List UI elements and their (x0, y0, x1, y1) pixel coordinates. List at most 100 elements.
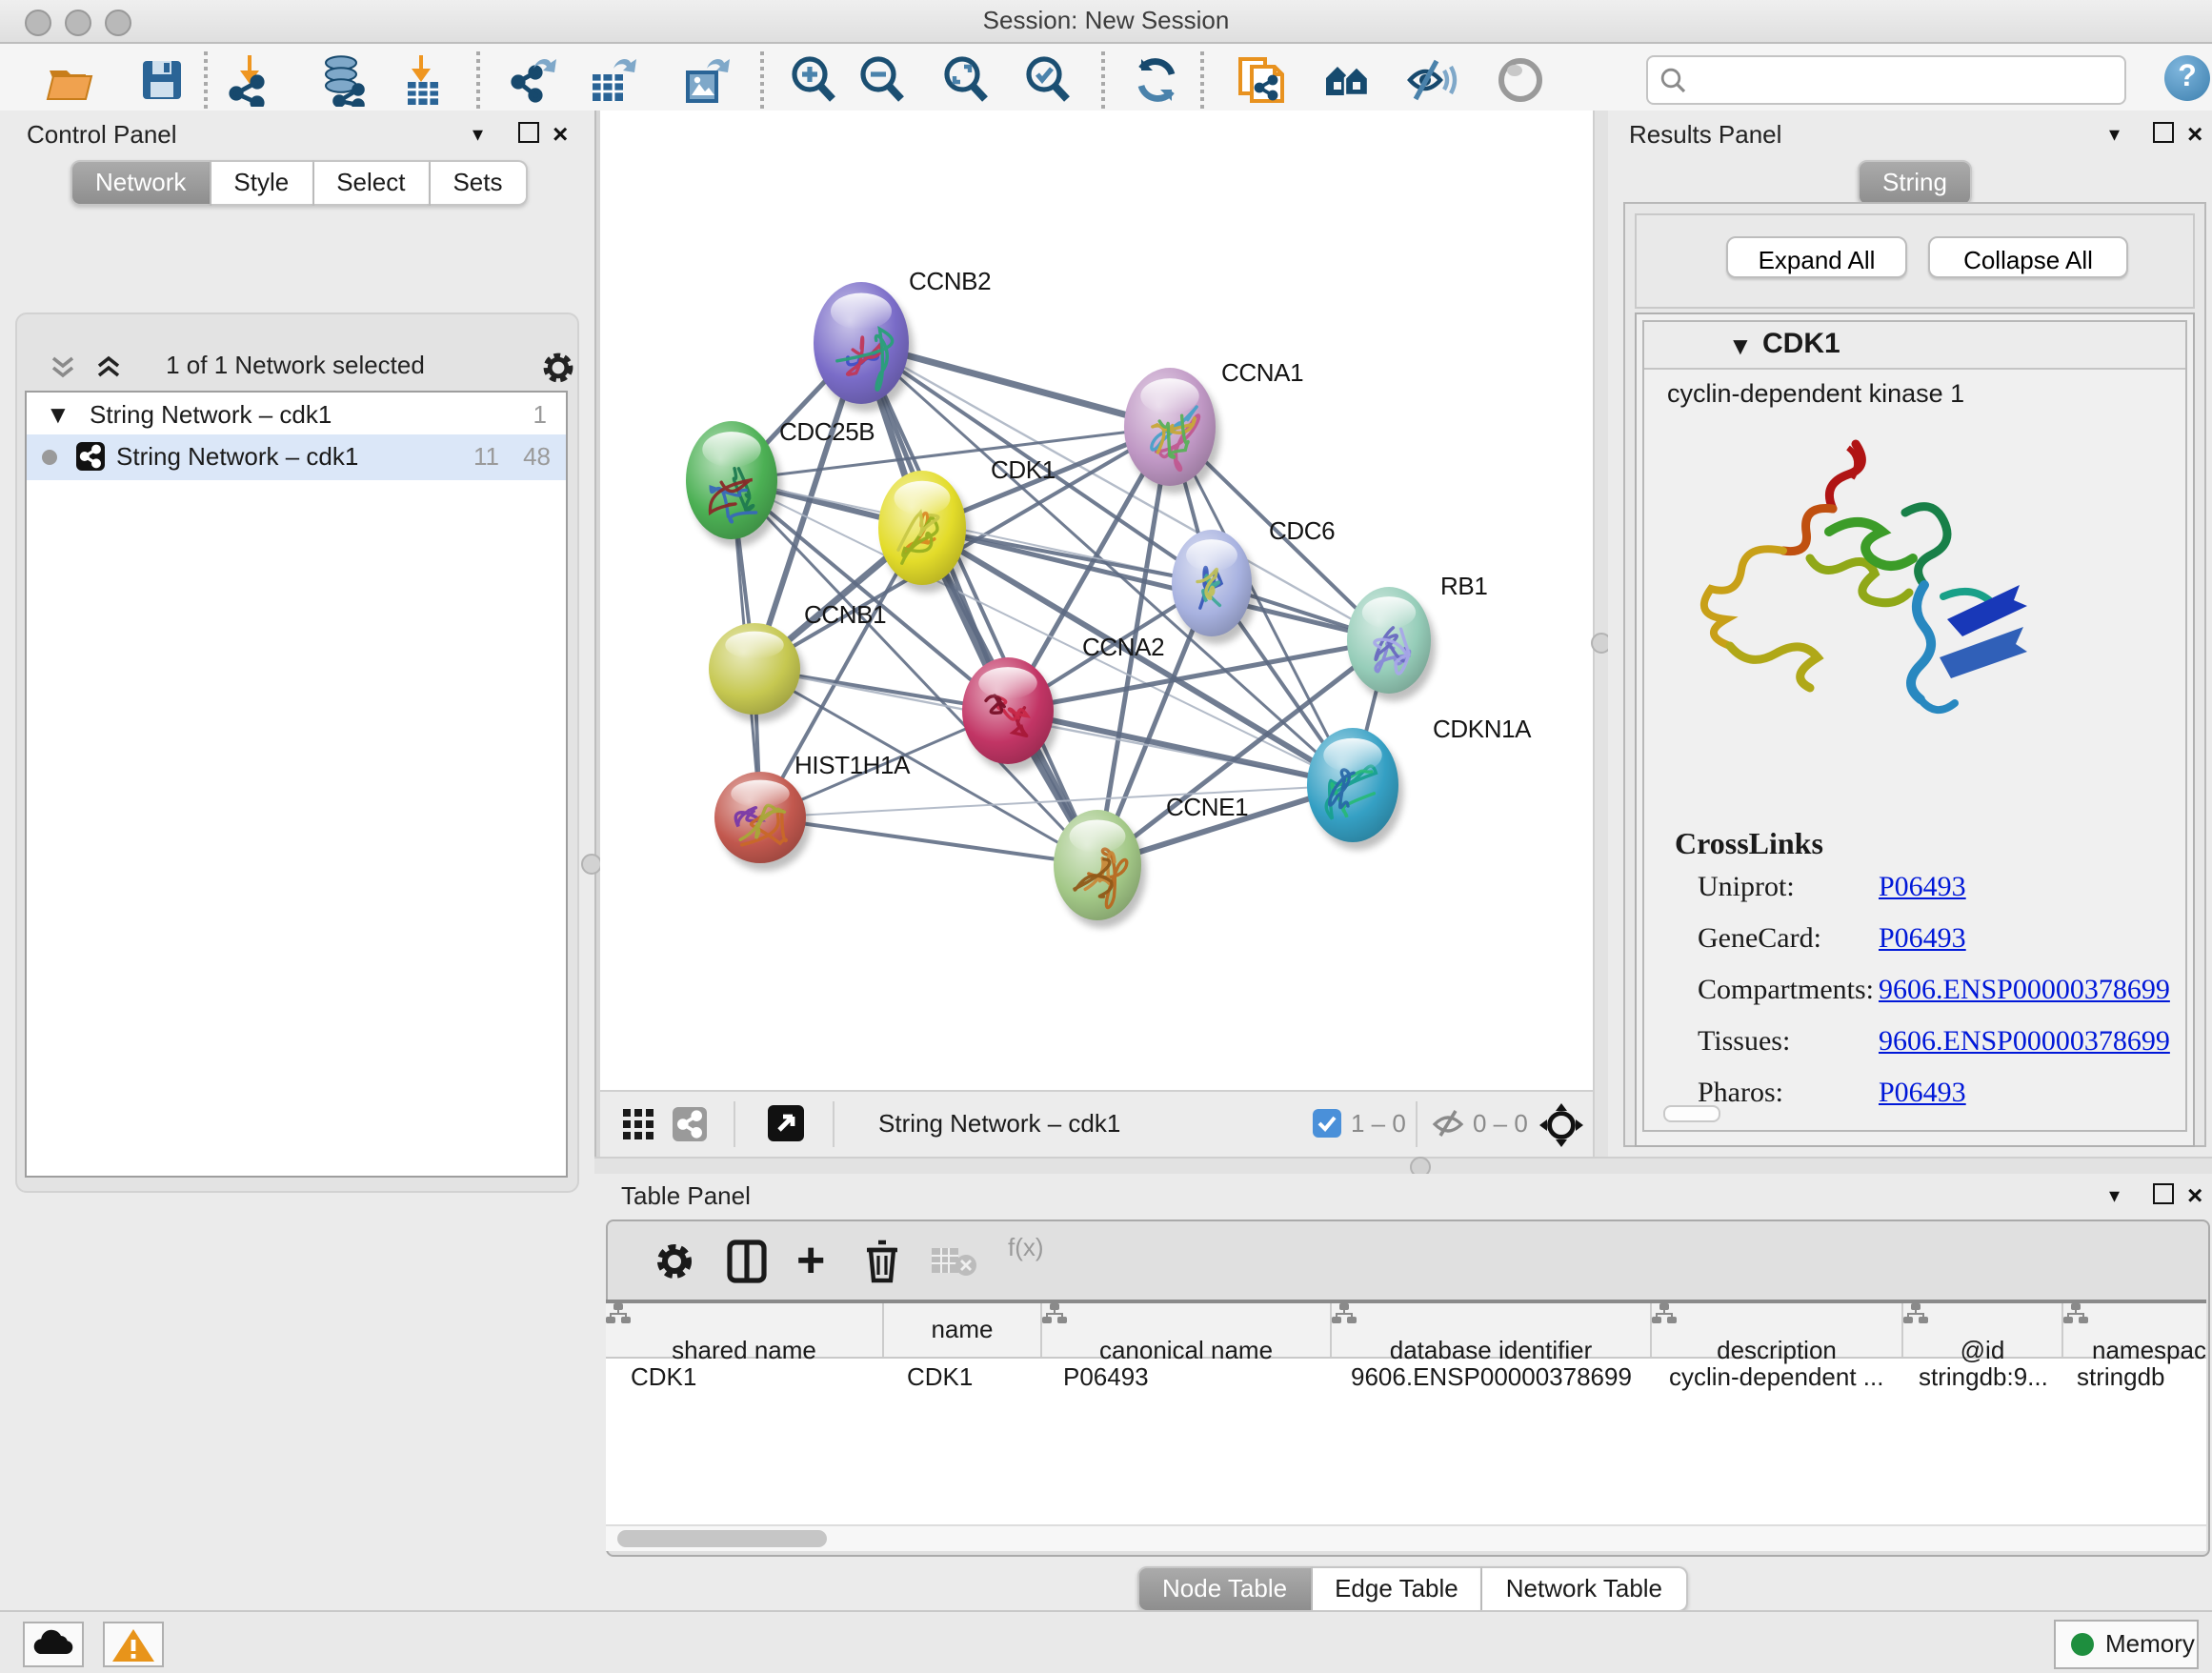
network-collection-row[interactable]: ▼ String Network – cdk1 1 (27, 396, 566, 434)
zoom-out-icon[interactable] (855, 53, 909, 107)
tab-network-table[interactable]: Network Table (1483, 1566, 1687, 1612)
warning-button[interactable] (103, 1622, 164, 1667)
column-header-@id[interactable]: @id (1903, 1303, 2063, 1357)
tab-sets[interactable]: Sets (430, 160, 527, 206)
crosslink-row: Compartments:9606.ENSP00000378699 (1698, 976, 2174, 1008)
refresh-view-icon[interactable] (1130, 53, 1183, 107)
zoom-selected-icon[interactable] (1021, 53, 1075, 107)
gene-disclosure-icon[interactable]: ▼ (1728, 332, 1753, 360)
table-cell[interactable]: P06493 (1038, 1357, 1326, 1399)
search-input[interactable] (1694, 61, 2121, 99)
save-session-icon[interactable] (135, 53, 189, 107)
gene-card-header[interactable]: ▼ CDK1 (1644, 322, 2185, 370)
control-panel-close-icon[interactable]: × (553, 124, 568, 143)
results-panel-close-icon[interactable]: × (2187, 124, 2202, 143)
column-header-namespac[interactable]: namespac (2063, 1303, 2212, 1357)
zoom-in-icon[interactable] (787, 53, 840, 107)
network-node-CCNA1[interactable] (1124, 368, 1220, 494)
gene-result-card: ▼ CDK1 cyclin-dependent kinase 1 CrossLi… (1642, 320, 2187, 1132)
open-session-icon[interactable] (42, 53, 95, 107)
network-node-HIST1H1A[interactable] (714, 772, 811, 871)
import-database-icon[interactable] (316, 53, 370, 107)
column-header-shared-name[interactable]: shared name (606, 1303, 884, 1357)
tab-style[interactable]: Style (211, 160, 313, 206)
table-hscrollbar[interactable] (606, 1524, 2206, 1551)
crosslink-link[interactable]: P06493 (1879, 873, 1966, 905)
export-network-icon[interactable] (507, 53, 560, 107)
collapse-all-button[interactable]: Collapse All (1928, 236, 2128, 278)
show-columns-icon[interactable] (726, 1239, 768, 1284)
string-home-icon[interactable] (1322, 53, 1376, 107)
tab-string[interactable]: String (1858, 160, 1972, 206)
import-network-icon[interactable] (223, 53, 276, 107)
network-row-selected[interactable]: String Network – cdk1 11 48 (27, 434, 566, 480)
network-edge[interactable] (861, 343, 1097, 865)
table-cell[interactable]: cyclin-dependent ... (1644, 1357, 1894, 1399)
zoom-fit-icon[interactable] (939, 53, 993, 107)
network-node-RB1[interactable] (1347, 587, 1436, 701)
tab-edge-table[interactable]: Edge Table (1312, 1566, 1483, 1612)
table-cell[interactable]: CDK1 (606, 1357, 882, 1399)
column-header-name[interactable]: name (884, 1303, 1042, 1357)
network-node-CCNE1[interactable] (1054, 810, 1146, 928)
crosslink-label: Uniprot: (1698, 873, 1795, 903)
table-cell[interactable]: 9606.ENSP00000378699 (1326, 1357, 1644, 1399)
column-header-description[interactable]: description (1652, 1303, 1903, 1357)
pan-target-icon[interactable] (1538, 1101, 1585, 1149)
cloud-button[interactable] (23, 1622, 84, 1667)
table-row[interactable]: CDK1CDK1P064939606.ENSP00000378699cyclin… (606, 1357, 2206, 1399)
results-panel-collapse-icon[interactable]: ▾ (2109, 122, 2120, 147)
network-tree: ▼ String Network – cdk1 1 String Network… (25, 391, 568, 1178)
column-header-database-identifier[interactable]: database identifier (1332, 1303, 1652, 1357)
table-cell[interactable]: stringdb (2052, 1357, 2212, 1399)
network-node-CDC6[interactable] (1172, 530, 1257, 644)
table-hscrollbar-thumb[interactable] (617, 1530, 827, 1547)
network-node-CCNA2[interactable] (962, 657, 1058, 772)
clone-network-icon[interactable] (1235, 53, 1288, 107)
network-thumbnail-icon[interactable] (673, 1107, 707, 1141)
hide-labels-icon[interactable] (1404, 53, 1458, 107)
network-canvas[interactable]: CCNB2CCNA1CDC25BCDK1CDC6RB1CCNB1CCNA2CDK… (600, 111, 1593, 1090)
delete-column-icon[interactable] (863, 1239, 901, 1284)
help-button[interactable]: ? (2164, 55, 2210, 101)
node-label-HIST1H1A: HIST1H1A (794, 751, 911, 779)
table-panel-float-icon[interactable] (2153, 1183, 2174, 1204)
crosslink-link[interactable]: 9606.ENSP00000378699 (1879, 976, 2170, 1008)
network-edge[interactable] (1008, 711, 1353, 785)
network-edge[interactable] (760, 817, 1097, 865)
table-cell[interactable]: CDK1 (882, 1357, 1038, 1399)
table-panel-close-icon[interactable]: × (2187, 1185, 2202, 1204)
tab-node-table[interactable]: Node Table (1137, 1566, 1312, 1612)
tab-network[interactable]: Network (70, 160, 211, 206)
network-options-gear-icon[interactable] (541, 351, 575, 385)
network-node-CCNB2[interactable] (814, 282, 914, 412)
control-panel-collapse-icon[interactable]: ▾ (473, 122, 483, 147)
column-header-canonical-name[interactable]: canonical name (1042, 1303, 1332, 1357)
memory-button[interactable]: Memory (2054, 1620, 2199, 1669)
control-panel-float-icon[interactable] (518, 122, 539, 143)
export-table-icon[interactable] (585, 53, 638, 107)
crosslink-link[interactable]: P06493 (1879, 1078, 1966, 1111)
birds-eye-view-icon[interactable] (768, 1105, 804, 1141)
crosslink-link[interactable]: 9606.ENSP00000378699 (1879, 1027, 2170, 1059)
tab-select[interactable]: Select (313, 160, 430, 206)
search-field[interactable] (1646, 55, 2126, 105)
network-node-CDKN1A[interactable] (1307, 728, 1403, 850)
import-table-icon[interactable] (396, 53, 450, 107)
add-column-icon[interactable]: + (796, 1237, 825, 1282)
horizontal-splitter[interactable] (594, 1157, 2212, 1176)
expand-all-button[interactable]: Expand All (1726, 236, 1907, 278)
table-gear-icon[interactable] (654, 1240, 695, 1282)
tree-disclosure-icon[interactable]: ▼ (46, 396, 70, 434)
left-splitter-handle[interactable] (581, 854, 602, 875)
grid-view-icon[interactable] (623, 1109, 655, 1141)
selected-checkbox-icon[interactable] (1313, 1109, 1341, 1138)
results-panel-float-icon[interactable] (2153, 122, 2174, 143)
sphere-view-icon[interactable] (1494, 53, 1547, 107)
table-cell[interactable]: stringdb:9... (1894, 1357, 2052, 1399)
network-node-CDK1[interactable] (878, 471, 971, 593)
results-scrollbar-thumb[interactable] (1663, 1105, 1720, 1122)
export-image-icon[interactable] (678, 53, 732, 107)
crosslink-link[interactable]: P06493 (1879, 924, 1966, 957)
table-panel-collapse-icon[interactable]: ▾ (2109, 1183, 2120, 1208)
